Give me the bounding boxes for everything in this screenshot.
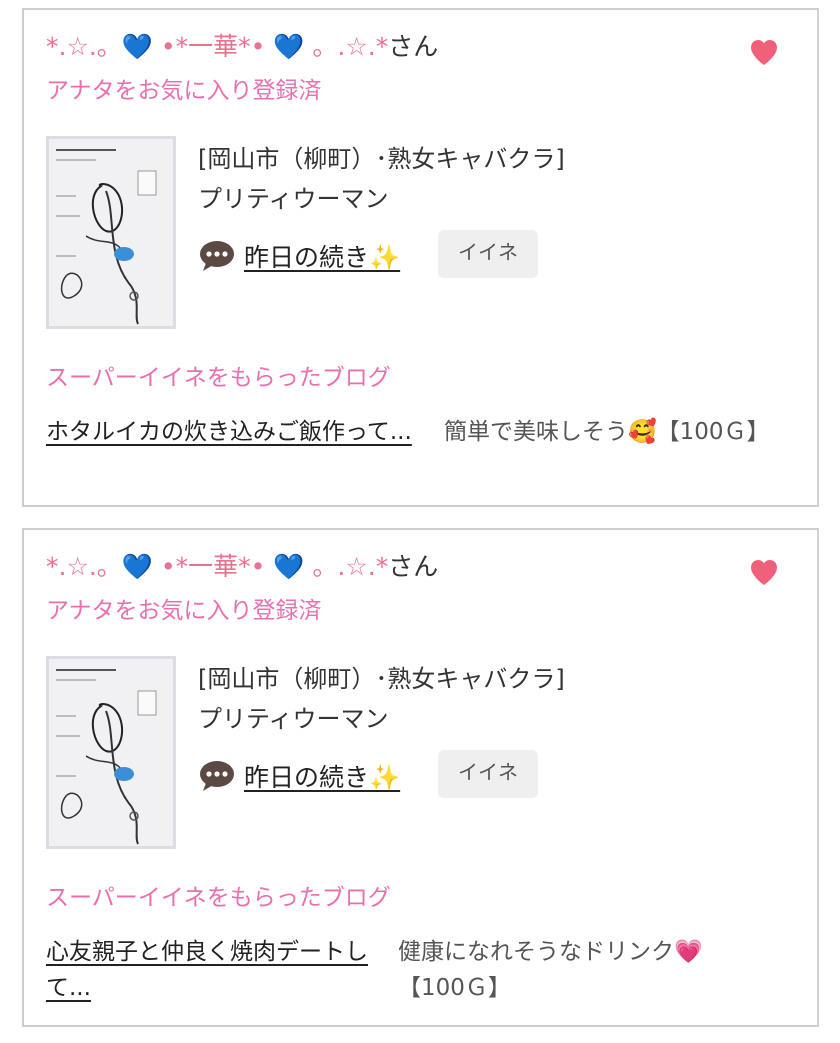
comment-icon: [200, 761, 234, 791]
shop-area: [岡山市（柳町）･熟女キャバクラ]: [198, 145, 565, 173]
post-comment: 健康になれそうなドリンク💗【100Ｇ】: [398, 939, 703, 1001]
user-suffix: さん: [388, 32, 439, 61]
user-name-line[interactable]: *.☆.。💙 •*一華*• 💙 。.☆.*さん: [46, 30, 438, 64]
super-iine-label: スーパーイイネをもらったブログ: [46, 365, 391, 391]
shop-info: [岡山市（柳町）･熟女キャバクラ] プリティウーマン: [198, 139, 565, 219]
favorite-card: *.☆.。💙 •*一華*• 💙 。.☆.*さん アナタをお気に入り登録済 [岡山…: [22, 528, 819, 1027]
heart-icon[interactable]: [749, 38, 779, 66]
iine-button[interactable]: イイネ: [438, 750, 538, 798]
iine-button[interactable]: イイネ: [438, 230, 538, 278]
super-iine-label: スーパーイイネをもらったブログ: [46, 885, 391, 911]
favorite-status: アナタをお気に入り登録済: [46, 598, 322, 624]
blog-title-link[interactable]: 昨日の続き✨: [244, 238, 400, 274]
favorite-card: *.☆.。💙 •*一華*• 💙 。.☆.*さん アナタをお気に入り登録済 [岡山…: [22, 8, 819, 507]
blog-thumbnail[interactable]: [46, 136, 176, 329]
shop-area: [岡山市（柳町）･熟女キャバクラ]: [198, 665, 565, 693]
favorite-status: アナタをお気に入り登録済: [46, 78, 322, 104]
heart-icon[interactable]: [749, 558, 779, 586]
blog-row: 昨日の続き✨: [198, 238, 400, 274]
post-comment: 簡単で美味しそう🥰【100Ｇ】: [444, 419, 770, 445]
comment-icon: [200, 241, 234, 271]
user-name-line[interactable]: *.☆.。💙 •*一華*• 💙 。.☆.*さん: [46, 550, 438, 584]
post-title-link[interactable]: ホタルイカの炊き込みご飯作って...: [46, 414, 416, 450]
shop-name: プリティウーマン: [198, 705, 389, 733]
user-name[interactable]: *.☆.。💙 •*一華*• 💙 。.☆.*: [46, 552, 388, 581]
blog-title-link[interactable]: 昨日の続き✨: [244, 758, 400, 794]
blog-row: 昨日の続き✨: [198, 758, 400, 794]
user-suffix: さん: [388, 552, 439, 581]
shop-name: プリティウーマン: [198, 185, 389, 213]
shop-info: [岡山市（柳町）･熟女キャバクラ] プリティウーマン: [198, 659, 565, 739]
user-name[interactable]: *.☆.。💙 •*一華*• 💙 。.☆.*: [46, 32, 388, 61]
blog-thumbnail[interactable]: [46, 656, 176, 849]
post-title-link[interactable]: 心友親子と仲良く焼肉デートして...: [46, 934, 391, 1006]
